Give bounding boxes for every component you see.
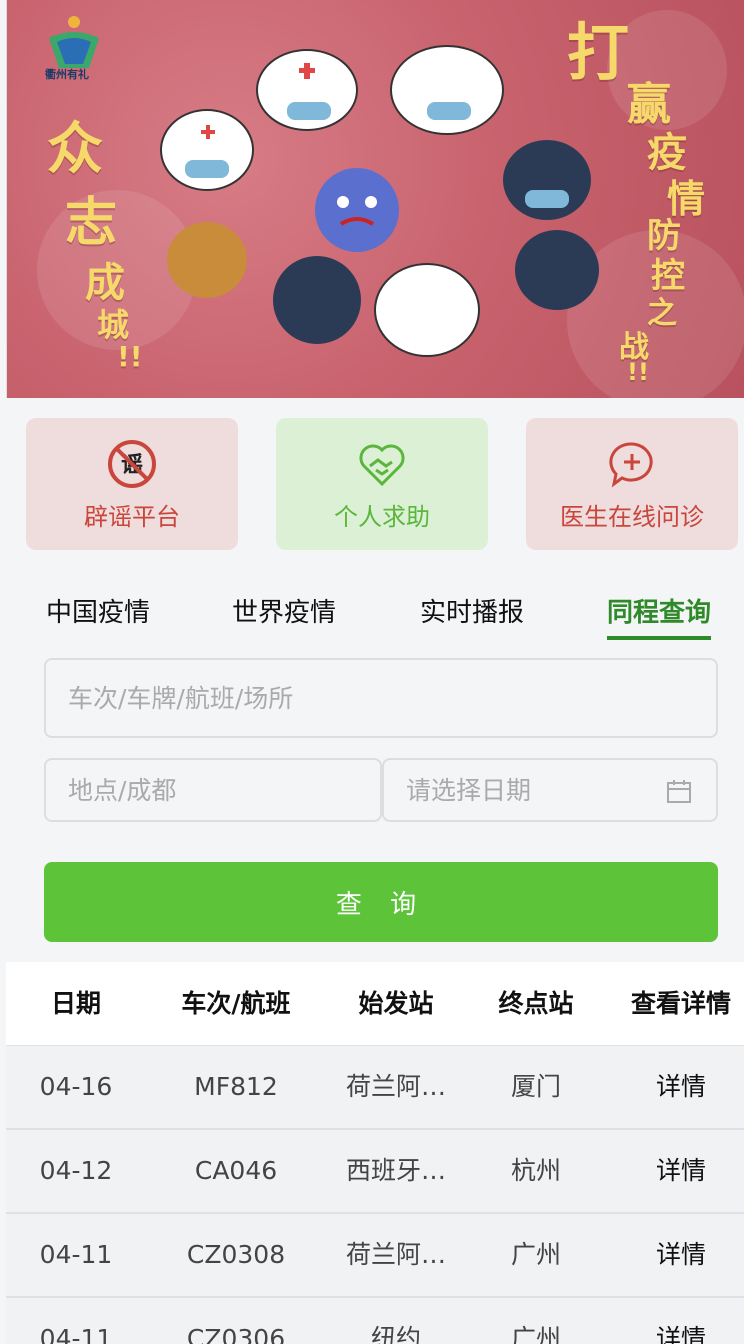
cell-origin: 西班牙…: [345, 1156, 446, 1185]
cell-origin: 纽约: [370, 1324, 421, 1344]
quick-link-online-doctor[interactable]: 医生在线问诊: [526, 418, 738, 550]
quick-link-rumor-platform[interactable]: 谣 辟谣平台: [26, 418, 238, 550]
tab-china-epidemic[interactable]: 中国疫情: [46, 590, 150, 640]
header-details: 查看详情: [630, 989, 731, 1018]
header-origin: 始发站: [358, 989, 434, 1018]
details-link[interactable]: 详情: [606, 1130, 744, 1212]
quick-link-label: 医生在线问诊: [560, 502, 704, 531]
trip-number-field[interactable]: [44, 658, 718, 738]
slogan-right-char: 打: [567, 16, 630, 89]
cell-date: 04-11: [39, 1324, 113, 1344]
slogan-right-char: !!: [627, 358, 649, 386]
cell-number: MF812: [194, 1072, 278, 1101]
cell-date: 04-16: [39, 1072, 113, 1101]
location-field[interactable]: [44, 758, 382, 822]
logo-text: 衢州有礼: [45, 68, 89, 81]
calendar-icon: [667, 780, 691, 803]
table-header: 日期 车次/航班 始发站 终点站 查看详情: [6, 962, 744, 1046]
quick-link-label: 辟谣平台: [84, 502, 180, 531]
hero-banner: 衢州有礼 众 志 成 城 !! 打 赢 疫 情 防 控 之 战 !!: [6, 0, 744, 398]
trip-number-input[interactable]: [68, 683, 716, 713]
details-link[interactable]: 详情: [606, 1214, 744, 1296]
results-table: 日期 车次/航班 始发站 终点站 查看详情 04-16 MF812 荷兰阿… 厦…: [6, 962, 744, 1344]
location-input[interactable]: [68, 775, 380, 805]
cell-origin: 荷兰阿…: [345, 1240, 446, 1269]
table-row: 04-11 CZ0306 纽约 广州 详情: [6, 1298, 744, 1344]
header-destination: 终点站: [498, 989, 574, 1018]
tab-live-news[interactable]: 实时播报: [420, 590, 524, 640]
no-rumor-icon: 谣: [105, 437, 159, 491]
details-link[interactable]: 详情: [606, 1046, 744, 1128]
slogan-left-char: 众: [47, 117, 103, 182]
slogan-left-char: 志: [65, 193, 118, 253]
heart-handshake-icon: [355, 437, 409, 491]
cell-destination: 广州: [510, 1240, 561, 1269]
table-row: 04-16 MF812 荷兰阿… 厦门 详情: [6, 1046, 744, 1130]
quick-links: 谣 辟谣平台 个人求助 医生在线问诊: [0, 418, 744, 550]
quick-link-personal-help[interactable]: 个人求助: [276, 418, 488, 550]
quick-link-label: 个人求助: [334, 502, 430, 531]
cell-date: 04-11: [39, 1240, 113, 1269]
table-row: 04-11 CZ0308 荷兰阿… 广州 详情: [6, 1214, 744, 1298]
cell-destination: 杭州: [510, 1156, 561, 1185]
chat-plus-icon: [605, 437, 659, 491]
query-button[interactable]: 查 询: [44, 862, 718, 942]
header-date: 日期: [50, 989, 101, 1018]
details-link[interactable]: 详情: [606, 1298, 744, 1344]
header-number: 车次/航班: [181, 989, 291, 1018]
cell-destination: 广州: [510, 1324, 561, 1344]
cell-origin: 荷兰阿…: [345, 1072, 446, 1101]
tab-world-epidemic[interactable]: 世界疫情: [232, 590, 336, 640]
slogan-right-char: 之: [647, 296, 677, 331]
table-row: 04-12 CA046 西班牙… 杭州 详情: [6, 1130, 744, 1214]
slogan-left-char: !!: [117, 340, 143, 373]
cell-number: CZ0306: [186, 1324, 286, 1344]
tab-bar: 中国疫情 世界疫情 实时播报 同程查询: [0, 590, 744, 640]
cell-number: CZ0308: [186, 1240, 286, 1269]
cell-date: 04-12: [39, 1156, 113, 1185]
tab-same-trip-query[interactable]: 同程查询: [607, 590, 712, 640]
cell-number: CA046: [194, 1156, 278, 1185]
cell-destination: 厦门: [510, 1072, 561, 1101]
date-picker-field[interactable]: [382, 758, 718, 822]
